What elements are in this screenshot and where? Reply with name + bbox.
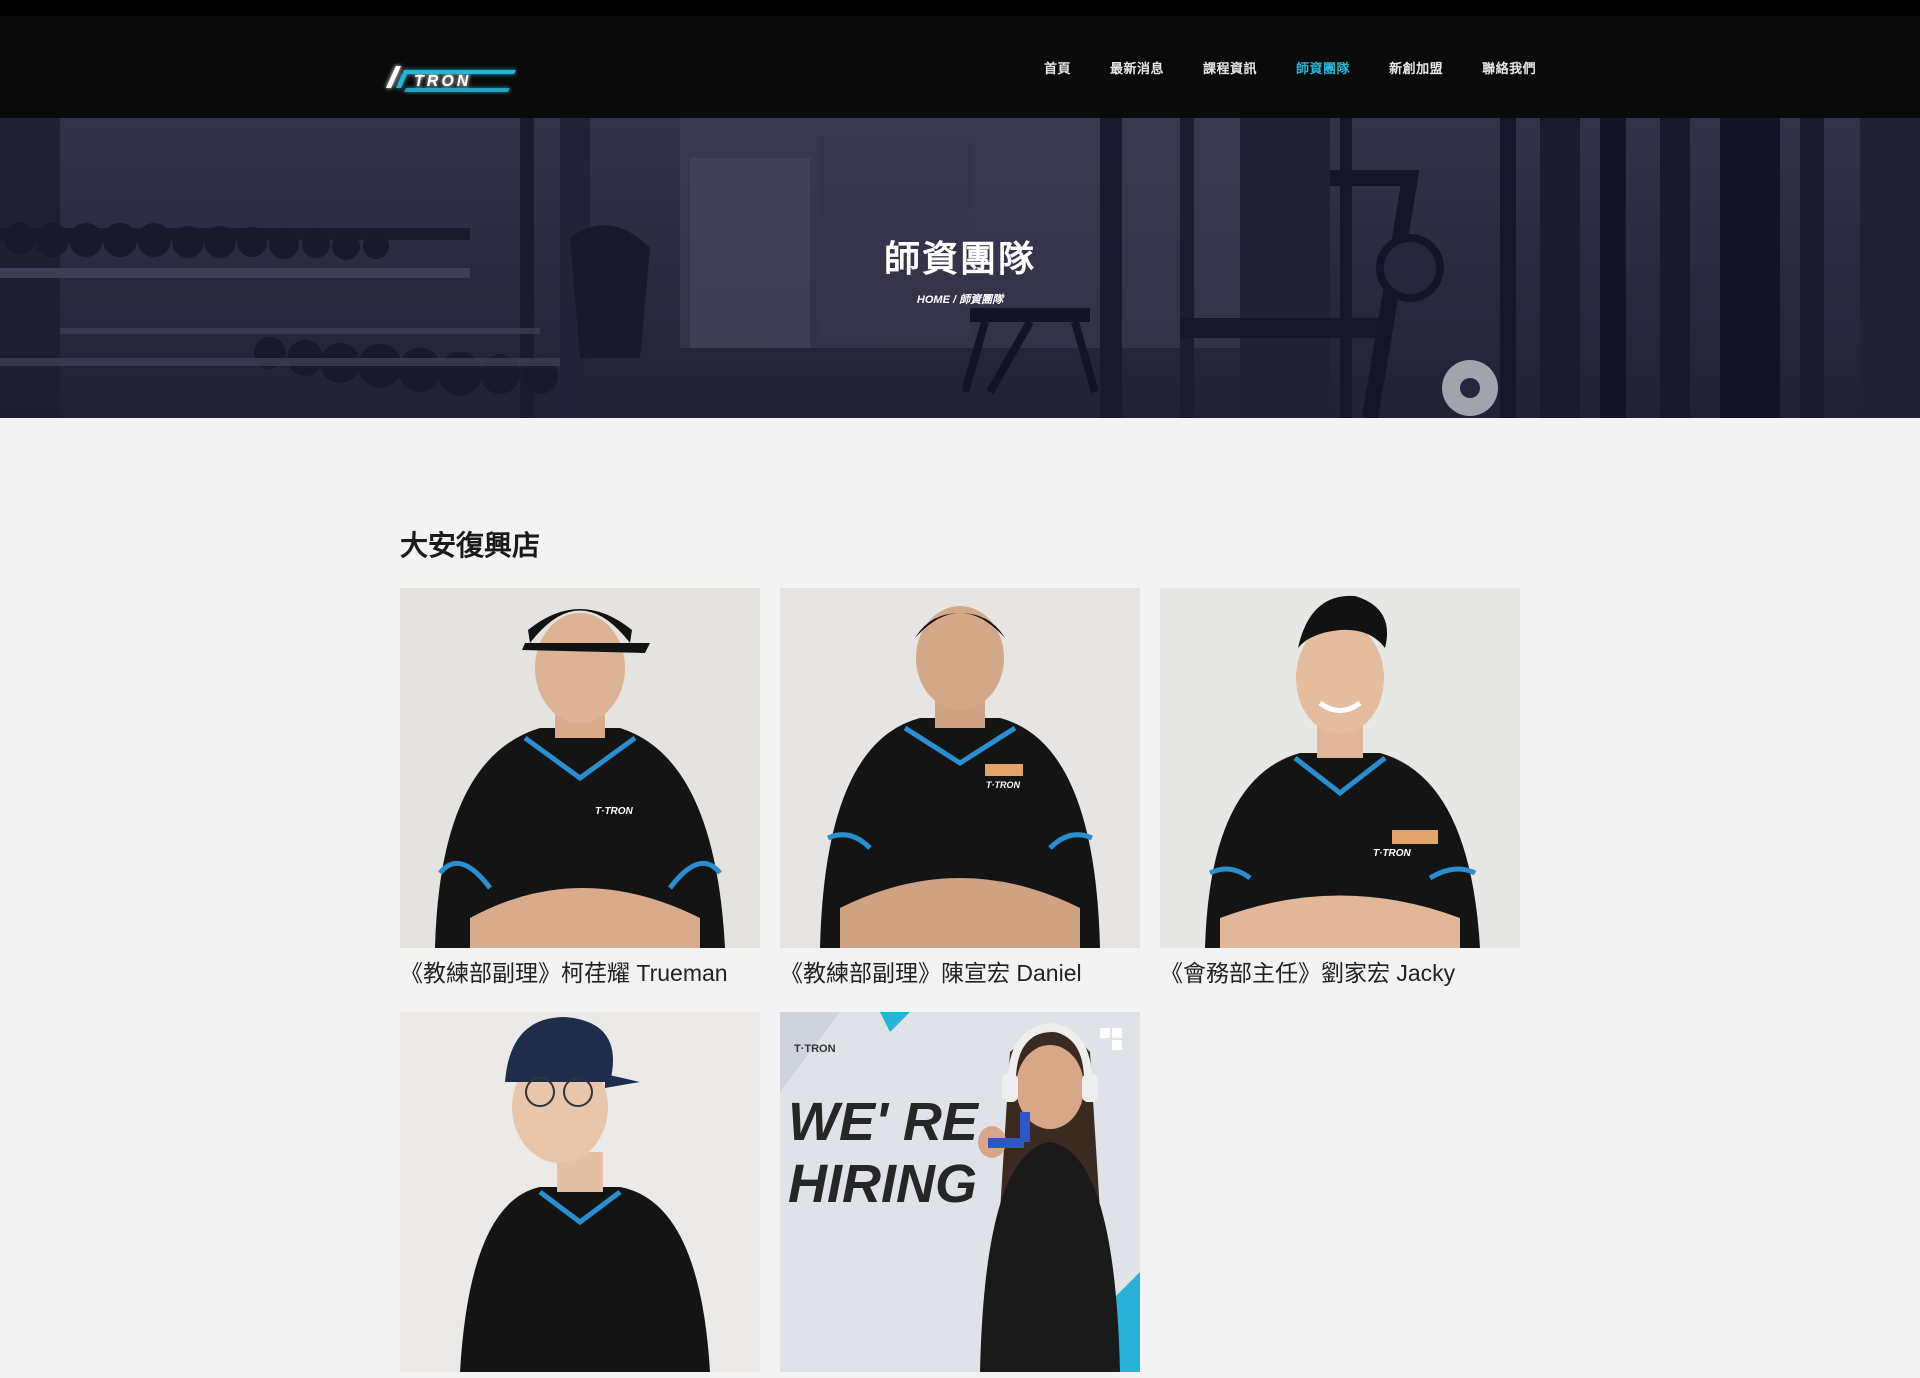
- coach-photo-image: T·TRON: [780, 588, 1140, 948]
- svg-text:TRON: TRON: [414, 73, 471, 90]
- coach-photo[interactable]: [400, 1012, 760, 1372]
- nav-team[interactable]: 師資團隊: [1296, 58, 1350, 77]
- breadcrumb-current: 師資團隊: [959, 294, 1004, 306]
- coach-caption: 《教練部副理》陳宣宏 Daniel: [780, 960, 1082, 986]
- coach-photo-image: T·TRON: [400, 588, 760, 948]
- coach-card[interactable]: T·TRON 《會務部主任》劉家宏 Jacky: [1160, 588, 1520, 988]
- navbar: TRON 首頁 最新消息 課程資訊 師資團隊 新創加盟 聯絡我們: [0, 16, 1920, 118]
- hiring-banner[interactable]: T·TRON WE' RE HIRING: [780, 1012, 1140, 1372]
- svg-text:T·TRON: T·TRON: [595, 806, 634, 817]
- nav-news[interactable]: 最新消息: [1110, 58, 1164, 77]
- coach-photo[interactable]: T·TRON: [400, 588, 760, 948]
- breadcrumb: HOME / 師資團隊: [0, 291, 1920, 307]
- nav-franchise[interactable]: 新創加盟: [1389, 58, 1443, 77]
- hiring-card[interactable]: T·TRON WE' RE HIRING: [780, 1012, 1140, 1378]
- coach-card[interactable]: T·TRON 《教練部副理》柯荏耀 Trueman: [400, 588, 760, 988]
- coach-caption: 《會務部主任》劉家宏 Jacky: [1160, 960, 1456, 986]
- breadcrumb-separator: /: [949, 294, 960, 306]
- coach-caption: 《教練部副理》柯荏耀 Trueman: [400, 960, 728, 986]
- coach-photo-image: T·TRON: [1160, 588, 1520, 948]
- hiring-banner-image: T·TRON WE' RE HIRING: [780, 1012, 1140, 1372]
- main-menu: 首頁 最新消息 課程資訊 師資團隊 新創加盟 聯絡我們: [1044, 58, 1536, 77]
- breadcrumb-home-link[interactable]: HOME: [917, 294, 950, 306]
- page-title: 師資團隊: [883, 238, 1036, 279]
- nav-courses[interactable]: 課程資訊: [1203, 58, 1257, 77]
- svg-text:HIRING: HIRING: [788, 1154, 977, 1214]
- nav-contact[interactable]: 聯絡我們: [1482, 58, 1536, 77]
- branch-title: 大安復興店: [400, 530, 541, 561]
- coach-card[interactable]: T·TRON 《教練部副理》陳宣宏 Daniel: [780, 588, 1140, 988]
- svg-text:T·TRON: T·TRON: [1373, 848, 1412, 859]
- tron-logo-icon: TRON: [386, 66, 516, 92]
- hero-banner: 師資團隊 HOME / 師資團隊: [0, 118, 1920, 418]
- coach-card[interactable]: [400, 1012, 760, 1378]
- coach-photo[interactable]: T·TRON: [780, 588, 1140, 948]
- brand-logo[interactable]: TRON: [376, 54, 522, 102]
- nav-home[interactable]: 首頁: [1044, 58, 1071, 77]
- coach-photo-image: [400, 1012, 760, 1372]
- top-strip: [0, 0, 1920, 16]
- svg-text:T·TRON: T·TRON: [794, 1043, 836, 1055]
- coach-photo[interactable]: T·TRON: [1160, 588, 1520, 948]
- svg-text:WE' RE: WE' RE: [788, 1092, 980, 1152]
- svg-text:T·TRON: T·TRON: [986, 780, 1020, 790]
